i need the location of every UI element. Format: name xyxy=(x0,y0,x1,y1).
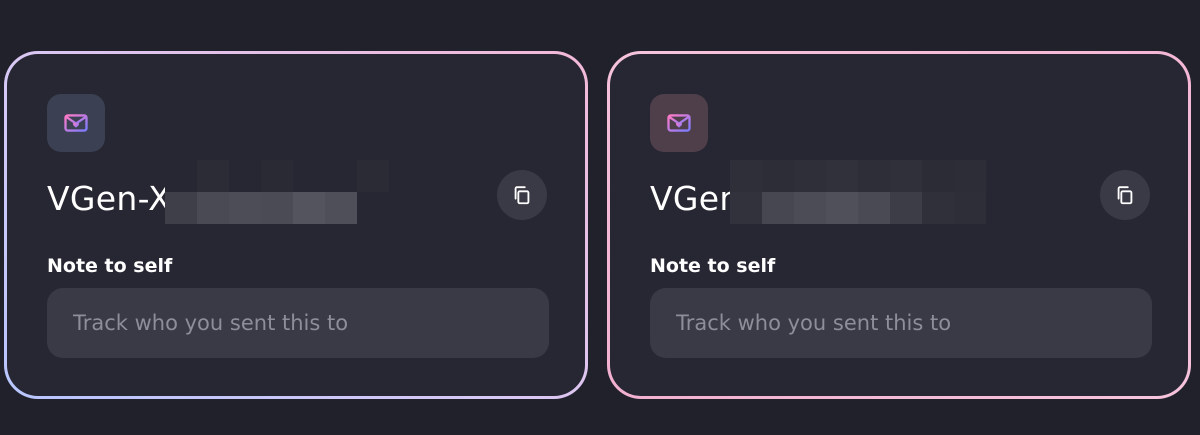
alias-cards-view: VGen-X Note to self Track who you sent t… xyxy=(0,0,1200,435)
note-to-self-input[interactable] xyxy=(650,288,1152,358)
redacted-alias-mask xyxy=(730,160,986,224)
alias-card-body: VGen-F Note to self xyxy=(610,54,1188,396)
note-to-self-label: Note to self xyxy=(650,255,776,277)
alias-card-1: VGen-X Note to self xyxy=(4,51,588,399)
copy-icon xyxy=(1117,186,1133,205)
copy-alias-button[interactable] xyxy=(497,170,547,220)
alias-card-body: VGen-X Note to self xyxy=(7,54,585,396)
copy-icon xyxy=(514,186,530,205)
copy-alias-button[interactable] xyxy=(1100,170,1150,220)
alias-address: VGen-X xyxy=(47,178,172,218)
redacted-alias-mask xyxy=(165,160,421,224)
note-to-self-label: Note to self xyxy=(47,255,173,277)
note-to-self-input[interactable] xyxy=(47,288,549,358)
mail-heart-icon xyxy=(650,94,708,152)
alias-card-2: VGen-F Note to self xyxy=(607,51,1191,399)
mail-heart-icon xyxy=(47,94,105,152)
